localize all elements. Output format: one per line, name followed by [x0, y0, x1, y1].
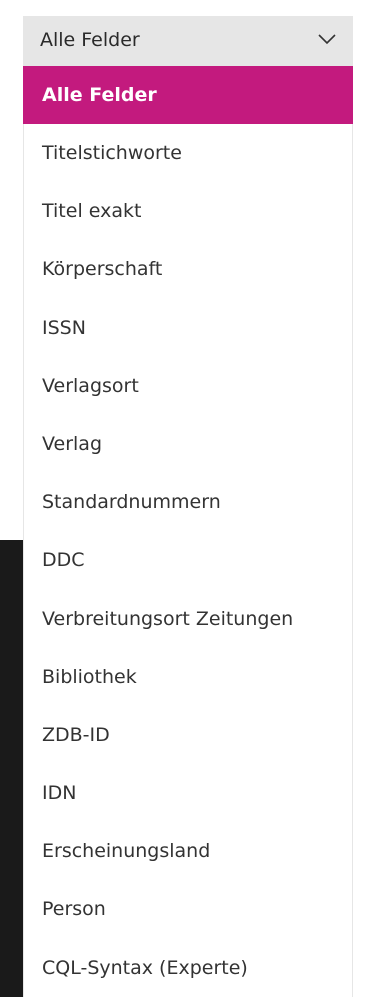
- option-cql-syntax[interactable]: CQL-Syntax (Experte): [24, 939, 352, 997]
- dropdown-options-list: Alle Felder Titelstichworte Titel exakt …: [23, 66, 353, 997]
- option-alle-felder[interactable]: Alle Felder: [23, 66, 353, 124]
- option-idn[interactable]: IDN: [24, 764, 352, 822]
- option-verlag[interactable]: Verlag: [24, 415, 352, 473]
- background-page-edge: [0, 0, 23, 997]
- option-person[interactable]: Person: [24, 880, 352, 938]
- option-issn[interactable]: ISSN: [24, 299, 352, 357]
- chevron-down-icon: [318, 34, 336, 45]
- option-verlagsort[interactable]: Verlagsort: [24, 357, 352, 415]
- option-zdb-id[interactable]: ZDB-ID: [24, 706, 352, 764]
- option-verbreitungsort-zeitungen[interactable]: Verbreitungsort Zeitungen: [24, 590, 352, 648]
- option-ddc[interactable]: DDC: [24, 531, 352, 589]
- option-standardnummern[interactable]: Standardnummern: [24, 473, 352, 531]
- option-titelstichworte[interactable]: Titelstichworte: [24, 124, 352, 182]
- option-erscheinungsland[interactable]: Erscheinungsland: [24, 822, 352, 880]
- option-koerperschaft[interactable]: Körperschaft: [24, 240, 352, 298]
- page: Alle Felder Alle Felder Titelstichworte …: [0, 0, 368, 997]
- option-titel-exakt[interactable]: Titel exakt: [24, 182, 352, 240]
- select-current-value: Alle Felder: [40, 29, 140, 51]
- background-dark-region: [0, 540, 23, 997]
- search-field-select[interactable]: Alle Felder: [23, 16, 353, 66]
- option-bibliothek[interactable]: Bibliothek: [24, 648, 352, 706]
